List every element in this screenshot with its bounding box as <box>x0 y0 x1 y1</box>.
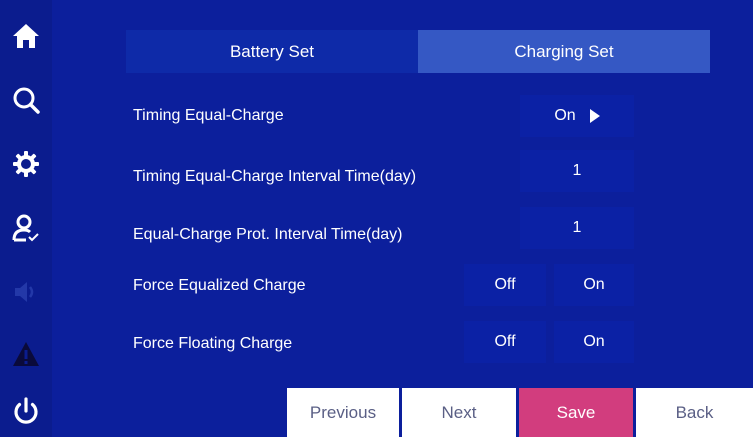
arrow-right-icon <box>589 109 600 123</box>
timing-interval-label: Timing Equal-Charge Interval Time(day) <box>133 168 417 185</box>
speaker-icon <box>0 268 52 316</box>
previous-button[interactable]: Previous <box>287 388 399 437</box>
tab-battery-set[interactable]: Battery Set <box>126 30 418 73</box>
force-floating-on-button[interactable]: On <box>554 321 634 363</box>
prot-interval-input[interactable]: 1 <box>520 207 634 249</box>
force-floating-label: Force Floating Charge <box>133 335 293 352</box>
timing-equal-charge-label: Timing Equal-Charge <box>133 107 284 124</box>
timing-interval-input[interactable]: 1 <box>520 150 634 192</box>
home-icon[interactable] <box>0 12 52 60</box>
back-button[interactable]: Back <box>636 388 753 437</box>
force-equalized-label: Force Equalized Charge <box>133 277 306 294</box>
timing-equal-charge-value: On <box>554 107 576 124</box>
user-check-icon[interactable] <box>0 204 52 252</box>
sidebar <box>0 0 52 437</box>
gear-icon[interactable] <box>0 140 52 188</box>
tab-charging-set[interactable]: Charging Set <box>418 30 710 73</box>
power-icon[interactable] <box>0 388 52 436</box>
search-icon[interactable] <box>0 76 52 124</box>
warning-icon <box>0 330 52 378</box>
next-button[interactable]: Next <box>402 388 516 437</box>
force-equalized-off-button[interactable]: Off <box>464 264 546 306</box>
settings-tabs: Battery Set Charging Set <box>126 30 710 73</box>
force-floating-off-button[interactable]: Off <box>464 321 546 363</box>
prot-interval-label: Equal-Charge Prot. Interval Time(day) <box>133 226 403 243</box>
save-button[interactable]: Save <box>519 388 633 437</box>
force-equalized-on-button[interactable]: On <box>554 264 634 306</box>
timing-equal-charge-selector[interactable]: On <box>520 95 634 137</box>
